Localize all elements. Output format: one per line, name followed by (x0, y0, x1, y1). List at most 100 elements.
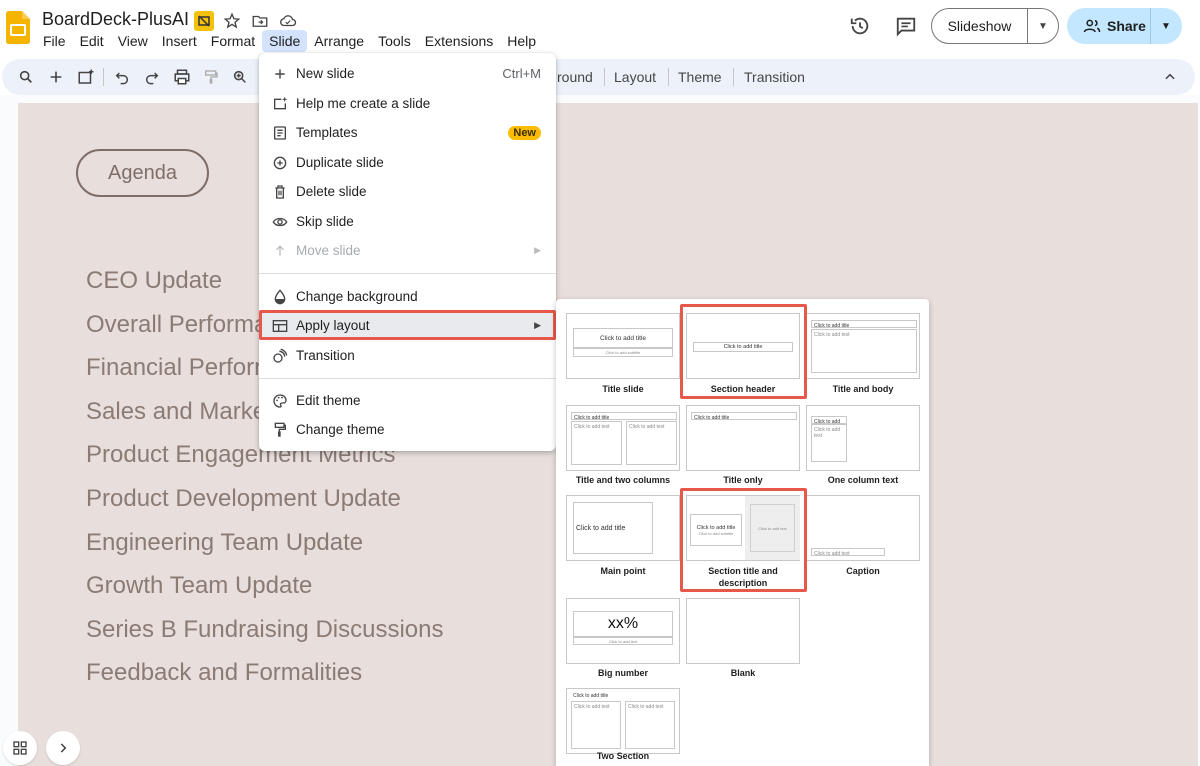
paint-format-icon[interactable] (201, 67, 221, 87)
menu-duplicate-slide[interactable]: Duplicate slide (259, 148, 556, 177)
transition-tab[interactable]: Transition (744, 69, 805, 85)
menu-delete-slide[interactable]: Delete slide (259, 177, 556, 206)
agenda-item[interactable]: Series B Fundraising Discussions (86, 615, 443, 659)
menu-tools[interactable]: Tools (371, 30, 418, 52)
layout-label: Title slide (602, 384, 644, 394)
layout-big-number[interactable]: xx% Click to add text (566, 598, 680, 664)
thumb-title-placeholder: Click to add title (693, 342, 793, 352)
grid-view-icon[interactable] (3, 731, 37, 765)
slideshow-label[interactable]: Slideshow (932, 9, 1028, 43)
menu-templates[interactable]: Templates New (259, 118, 556, 147)
layout-blank[interactable] (686, 598, 800, 664)
plus-ai-extension-icon[interactable] (194, 11, 214, 31)
thumb-body-placeholder: Click to add text (573, 637, 673, 645)
submenu-arrow-icon: ▶ (534, 320, 541, 330)
undo-icon[interactable] (112, 67, 132, 87)
layout-section-title-description[interactable]: Click to add title Click to add subtitle… (686, 495, 800, 561)
eye-icon (271, 213, 289, 231)
share-button[interactable]: Share ▼ (1067, 8, 1182, 44)
menu-change-background[interactable]: Change background (259, 282, 556, 311)
menu-item-label: Change background (296, 289, 418, 304)
star-icon[interactable] (222, 11, 242, 31)
menu-new-slide[interactable]: New slide Ctrl+M (259, 59, 556, 88)
share-options-chevron-icon[interactable]: ▼ (1151, 21, 1181, 32)
layout-icon (271, 317, 289, 335)
toolbar: round Layout Theme Transition (2, 59, 1195, 95)
search-menus-icon[interactable] (16, 67, 36, 87)
background-tab[interactable]: round (557, 69, 593, 85)
thumb-title-placeholder: Click to add title (573, 328, 673, 348)
menu-item-label: New slide (296, 66, 355, 81)
menu-item-label: Duplicate slide (296, 155, 384, 170)
collapse-toolbar-chevron-up-icon[interactable] (1160, 67, 1180, 87)
menu-item-label: Skip slide (296, 214, 354, 229)
menu-slide[interactable]: Slide (262, 30, 308, 52)
menu-bar: File Edit View Insert Format Slide Arran… (36, 30, 543, 52)
menu-help-me-create-slide[interactable]: Help me create a slide (259, 89, 556, 118)
thumb-title-placeholder: Click to add title Click to add subtitle (690, 514, 742, 546)
layout-label: Blank (730, 668, 756, 678)
agenda-item[interactable]: Engineering Team Update (86, 528, 443, 572)
menu-item-label: Help me create a slide (296, 96, 431, 111)
layout-title-slide[interactable]: Click to add title Click to add subtitle (566, 313, 680, 379)
thumb-body-placeholder: Click to add text (811, 424, 847, 462)
menu-arrange[interactable]: Arrange (307, 30, 371, 52)
menu-item-label: Edit theme (296, 393, 361, 408)
menu-transition[interactable]: Transition (259, 341, 556, 370)
share-label[interactable]: Share (1107, 18, 1146, 34)
menu-change-theme[interactable]: Change theme (259, 415, 556, 444)
agenda-item[interactable]: Feedback and Formalities (86, 658, 443, 702)
layout-label: One column text (827, 475, 899, 485)
comments-icon[interactable] (894, 14, 918, 38)
menu-format[interactable]: Format (204, 30, 262, 52)
move-folder-icon[interactable] (250, 11, 270, 31)
menu-insert[interactable]: Insert (155, 30, 204, 52)
layout-title-two-columns[interactable]: Click to add title Click to add text Cli… (566, 405, 680, 471)
slides-logo-icon[interactable] (6, 11, 30, 44)
menu-file[interactable]: File (36, 30, 73, 52)
menu-skip-slide[interactable]: Skip slide (259, 207, 556, 236)
menu-view[interactable]: View (111, 30, 155, 52)
layout-label: Title only (723, 475, 763, 485)
menu-extensions[interactable]: Extensions (418, 30, 500, 52)
thumb-body-placeholder: Click to add text (571, 421, 622, 465)
agenda-pill[interactable]: Agenda (76, 149, 209, 197)
transition-icon (271, 347, 289, 365)
slideshow-options-chevron-icon[interactable]: ▼ (1028, 21, 1058, 32)
expand-panel-chevron-right-icon[interactable] (46, 731, 80, 765)
redo-icon[interactable] (142, 67, 162, 87)
document-title[interactable]: BoardDeck-PlusAI (42, 9, 189, 30)
cloud-saved-icon[interactable] (278, 11, 298, 31)
layout-title-only[interactable]: Click to add title (686, 405, 800, 471)
layout-two-section[interactable]: Click to add title Click to add text Cli… (566, 688, 680, 754)
layout-label: Caption (846, 566, 880, 576)
print-icon[interactable] (172, 67, 192, 87)
zoom-icon[interactable] (230, 67, 250, 87)
new-slide-plus-icon[interactable] (46, 67, 66, 87)
layout-one-column-text[interactable]: Click to add title Click to add text (806, 405, 920, 471)
menu-item-label: Templates (296, 125, 358, 140)
templates-icon (271, 124, 289, 142)
theme-tab[interactable]: Theme (678, 69, 722, 85)
layout-submenu: Click to add title Click to add subtitle… (556, 299, 929, 766)
menu-edit-theme[interactable]: Edit theme (259, 386, 556, 415)
shortcut-label: Ctrl+M (502, 66, 541, 81)
menu-help[interactable]: Help (500, 30, 543, 52)
thumb-big-number: xx% (573, 611, 673, 637)
layout-caption[interactable]: Click to add text (806, 495, 920, 561)
layout-tab[interactable]: Layout (614, 69, 656, 85)
version-history-icon[interactable] (848, 14, 872, 38)
agenda-item[interactable]: Product Development Update (86, 484, 443, 528)
layout-label: Main point (600, 566, 646, 576)
menu-apply-layout[interactable]: Apply layout ▶ (259, 311, 556, 340)
layout-title-and-body[interactable]: Click to add title Click to add text (806, 313, 920, 379)
layout-label: Section header (710, 384, 776, 394)
add-slide-layout-icon[interactable] (76, 67, 96, 87)
menu-move-slide[interactable]: Move slide ▶ (259, 236, 556, 265)
layout-main-point[interactable]: Click to add title (566, 495, 680, 561)
menu-edit[interactable]: Edit (73, 30, 111, 52)
slideshow-button[interactable]: Slideshow ▼ (931, 8, 1059, 44)
agenda-item[interactable]: Growth Team Update (86, 571, 443, 615)
layout-section-header[interactable]: Click to add title (686, 313, 800, 379)
thumb-body-placeholder: Click to add text (626, 421, 677, 465)
